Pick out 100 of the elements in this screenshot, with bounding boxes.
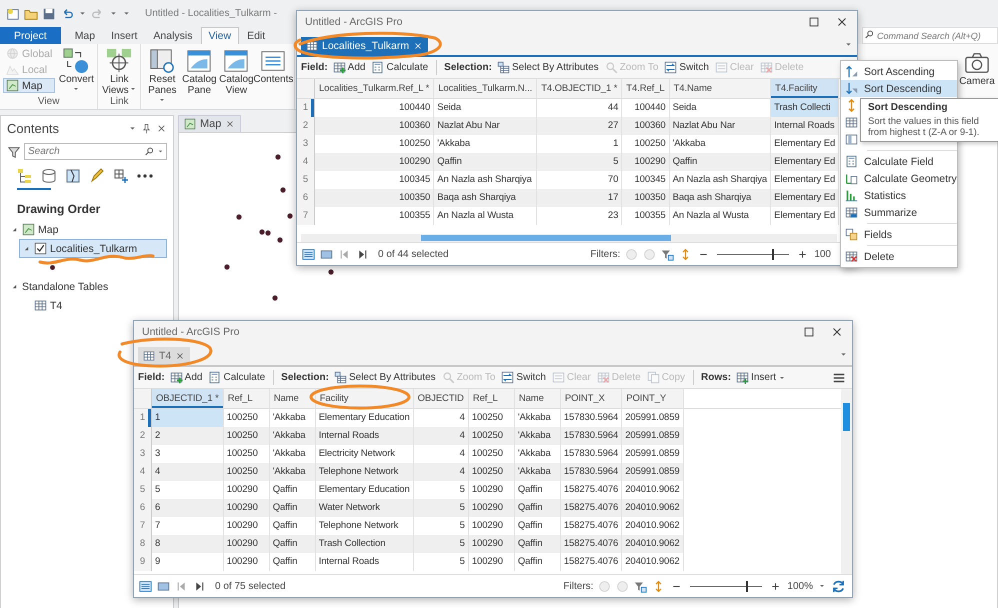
tree-item[interactable]: Map <box>7 220 167 239</box>
column-header[interactable]: T4.Name <box>670 79 772 99</box>
column-header[interactable]: T4.Facility <box>771 79 840 99</box>
new-project-icon <box>6 6 20 20</box>
table-cell: 100355 <box>315 207 434 225</box>
row-number[interactable]: 5 <box>134 481 152 499</box>
map-point <box>224 264 230 270</box>
close-icon <box>413 41 424 51</box>
caret-icon <box>157 148 164 155</box>
toolbar-button[interactable]: Switch <box>663 61 710 74</box>
ribbon-button[interactable]: Link Views <box>101 46 138 96</box>
search-field[interactable]: Search <box>24 143 167 160</box>
menu-item[interactable]: Summarize <box>841 204 957 221</box>
row-number[interactable]: 4 <box>134 463 152 481</box>
camera-icon <box>964 50 990 76</box>
table-cell: 100290 <box>315 153 434 171</box>
menu-item[interactable]: Statistics <box>841 187 957 204</box>
menu-item[interactable]: Delete <box>841 248 957 265</box>
column-header[interactable]: Localities_Tulkarm.N... <box>434 79 538 99</box>
table-icon <box>306 40 318 52</box>
row-number[interactable]: 1 <box>297 99 315 117</box>
row-number[interactable]: 9 <box>134 553 152 571</box>
table-view-icon[interactable] <box>302 248 315 260</box>
magnifier-icon <box>442 371 455 384</box>
menu-item[interactable]: Calculate Geometry <box>841 170 957 187</box>
ribbon-button[interactable]: Catalog Pane <box>181 46 218 107</box>
ribbon-button[interactable]: Catalog View <box>218 46 254 107</box>
map-sheet-icon <box>65 168 81 184</box>
row-number[interactable]: 6 <box>297 189 315 207</box>
filters-label: Filters: <box>590 248 620 260</box>
toolbar-button[interactable]: Switch <box>500 371 547 384</box>
column-header[interactable]: Ref_L <box>468 389 515 409</box>
tree-item[interactable]: Standalone Tables <box>7 277 167 296</box>
ribbon-button[interactable]: Camera <box>958 48 996 105</box>
row-number[interactable]: 2 <box>297 117 315 135</box>
menu-item[interactable]: Sort Descending <box>841 80 957 97</box>
table-tab[interactable]: T4 <box>138 347 190 365</box>
view-mode-button[interactable]: Map <box>3 78 56 93</box>
toolbar-button[interactable]: Add <box>168 371 204 384</box>
maximize-button[interactable] <box>807 15 821 29</box>
toolbar-button[interactable]: Calculate <box>207 371 266 384</box>
tree-item[interactable]: Localities_Tulkarm <box>19 239 167 258</box>
row-number[interactable]: 4 <box>297 153 315 171</box>
vertical-scrollbar[interactable] <box>841 389 852 574</box>
toolbar-label: Selection: <box>281 372 329 383</box>
toolbar-button[interactable]: Add <box>332 61 366 74</box>
column-header[interactable]: OBJECTID_1 * <box>152 389 224 409</box>
toolbar-button[interactable]: Insert <box>735 371 788 384</box>
column-header[interactable]: Name <box>514 389 561 409</box>
zoom-slider-thumb[interactable] <box>746 580 748 592</box>
terrain-icon <box>6 63 19 76</box>
table-cell: Baqa ash Sharqiya <box>434 189 538 207</box>
row-number[interactable]: 8 <box>134 535 152 553</box>
ribbon-button[interactable]: Convert <box>58 46 94 96</box>
ribbon-tab[interactable]: Analysis <box>145 27 200 44</box>
row-number[interactable]: 7 <box>134 517 152 535</box>
table-tab[interactable]: Localities_Tulkarm <box>301 37 428 55</box>
column-header[interactable]: POINT_Y <box>622 389 684 409</box>
row-number[interactable]: 5 <box>297 171 315 189</box>
menu-item[interactable]: Fields <box>841 226 957 243</box>
zoom-slider-thumb[interactable] <box>772 248 774 260</box>
ribbon-tab[interactable]: Insert <box>103 27 146 44</box>
column-header[interactable]: T4.Ref_L <box>622 79 670 99</box>
command-search-field[interactable]: Command Search (Alt+Q) <box>862 27 998 44</box>
row-number[interactable]: 2 <box>134 427 152 445</box>
selected-records-icon[interactable] <box>320 248 333 260</box>
ribbon-button[interactable]: Reset Panes <box>144 46 180 107</box>
checkbox[interactable] <box>34 242 47 255</box>
map-tab[interactable]: Map <box>178 115 242 132</box>
table-cell: 4 <box>152 463 224 481</box>
column-header[interactable]: Ref_L <box>224 389 270 409</box>
maximize-button[interactable] <box>802 325 816 339</box>
row-number[interactable]: 1 <box>134 409 152 427</box>
table-cell: 100250 <box>468 427 515 445</box>
row-number[interactable]: 3 <box>297 135 315 153</box>
table-cell: 205991.0859 <box>622 463 684 481</box>
row-number[interactable]: 3 <box>134 445 152 463</box>
column-header[interactable]: POINT_X <box>560 389 622 409</box>
toolbar-button[interactable]: Calculate <box>370 61 430 74</box>
horizontal-scrollbar[interactable] <box>301 234 837 242</box>
table-cell: 100290 <box>224 553 270 571</box>
menu-item[interactable]: Sort Ascending <box>841 63 957 80</box>
tree-item[interactable]: T4 <box>19 296 167 315</box>
ribbon-tab[interactable]: Edit <box>239 27 274 44</box>
toolbar-button[interactable]: Select By Attributes <box>332 371 437 384</box>
table-view-icon[interactable] <box>139 580 152 592</box>
column-header[interactable]: Name <box>270 389 316 409</box>
row-number[interactable]: 6 <box>134 499 152 517</box>
toolbar-label: Field: <box>301 62 328 73</box>
ribbon-button[interactable]: Contents <box>255 46 292 107</box>
ribbon-tab[interactable]: View <box>200 27 240 44</box>
selected-records-icon[interactable] <box>157 580 170 592</box>
column-header[interactable]: T4.OBJECTID_1 * <box>537 79 622 99</box>
row-number[interactable]: 7 <box>297 207 315 225</box>
ribbon-tab[interactable]: Map <box>66 27 104 44</box>
project-button[interactable]: Project <box>0 27 61 44</box>
menu-item[interactable]: Calculate Field <box>841 153 957 170</box>
toolbar-button[interactable]: Select By Attributes <box>496 61 600 74</box>
column-header[interactable]: OBJECTID <box>414 389 469 409</box>
column-header[interactable]: Localities_Tulkarm.Ref_L * <box>315 79 434 99</box>
